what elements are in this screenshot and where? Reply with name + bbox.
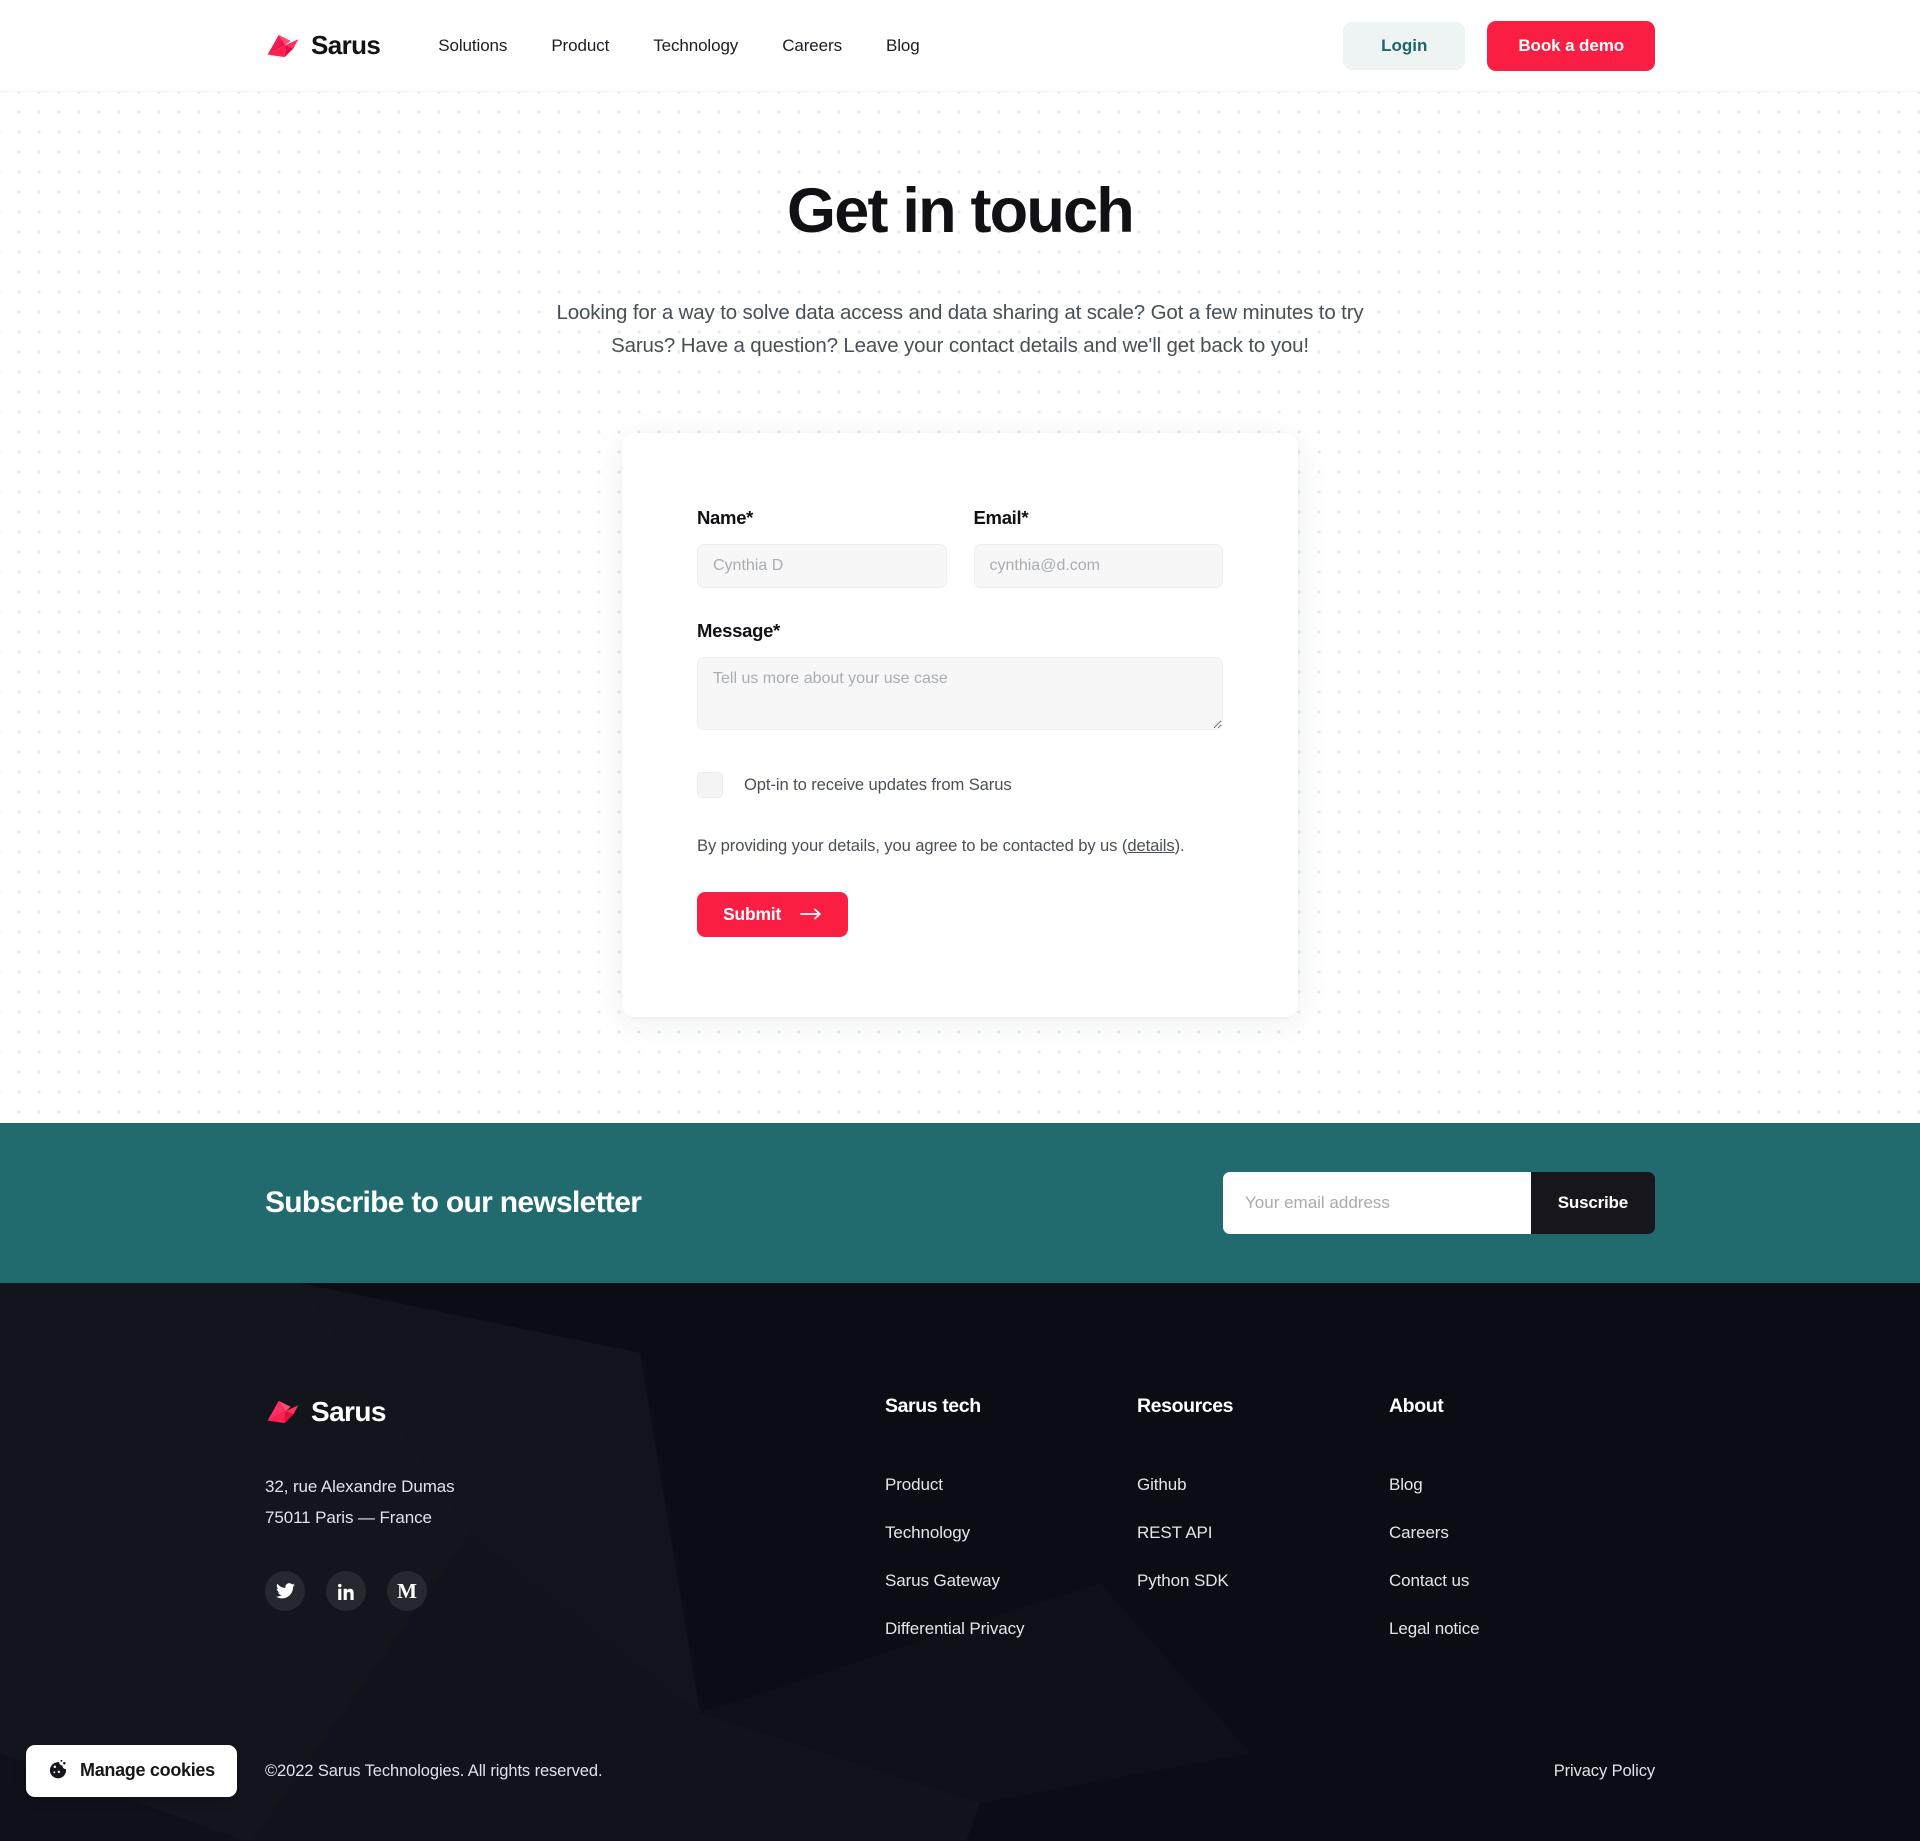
footer-column-about: About Blog Careers Contact us Legal noti… [1389,1394,1480,1667]
email-label: Email* [973,506,1029,528]
medium-link[interactable]: M [387,1571,427,1612]
twitter-icon [275,1583,295,1599]
newsletter-title: Subscribe to our newsletter [265,1185,642,1219]
submit-button-label: Submit [723,903,782,924]
address-line-2: 75011 Paris — France [265,1507,432,1527]
consent-text: By providing your details, you agree to … [697,836,1223,856]
newsletter-inner: Subscribe to our newsletter Suscribe [0,1171,1920,1234]
hero-subtitle: Looking for a way to solve data access a… [556,301,1364,358]
nav-item-product[interactable]: Product [551,36,609,56]
footer-link-differential-privacy[interactable]: Differential Privacy [885,1619,1137,1639]
footer-address: 32, rue Alexandre Dumas 75011 Paris — Fr… [265,1471,885,1534]
footer-column-title: About [1389,1394,1444,1417]
nav-item-technology[interactable]: Technology [653,36,738,56]
book-a-demo-button[interactable]: Book a demo [1487,20,1655,71]
consent-suffix: ). [1174,835,1185,855]
footer-link-github[interactable]: Github [1137,1475,1389,1495]
name-label: Name* [697,506,754,528]
subscribe-form: Suscribe [1223,1171,1655,1234]
brand-logo-link[interactable]: Sarus [265,29,381,63]
twitter-link[interactable] [265,1571,305,1612]
address-line-1: 32, rue Alexandre Dumas [265,1476,455,1496]
sarus-crane-logo-icon [265,1395,301,1429]
brand-name: Sarus [311,30,381,60]
optin-label: Opt-in to receive updates from Sarus [744,774,1012,794]
privacy-policy-link[interactable]: Privacy Policy [1554,1762,1655,1781]
footer-link-technology[interactable]: Technology [885,1523,1137,1543]
page-title: Get in touch [787,176,1135,246]
copyright-text: ©2022 Sarus Technologies. All rights res… [265,1761,603,1780]
sarus-crane-logo-icon [265,29,301,63]
footer-link-careers[interactable]: Careers [1389,1523,1479,1543]
footer-link-columns: Sarus tech Product Technology Sarus Gate… [885,1395,1655,1667]
footer-column-title: Resources [1137,1394,1234,1417]
message-textarea[interactable] [697,656,1223,730]
contact-form-card: Name* Email* Message* Opt-in to receive … [622,432,1298,1017]
manage-cookies-button[interactable]: Manage cookies [26,1744,237,1797]
site-footer: Sarus 32, rue Alexandre Dumas 75011 Pari… [0,1282,1920,1841]
footer-brand-column: Sarus 32, rue Alexandre Dumas 75011 Pari… [265,1395,885,1667]
footer-column-sarus-tech: Sarus tech Product Technology Sarus Gate… [885,1395,1137,1667]
nav-item-blog[interactable]: Blog [886,36,920,56]
footer-brand-name: Sarus [311,1395,386,1427]
consent-details-link[interactable]: details [1127,836,1174,855]
newsletter-section: Subscribe to our newsletter Suscribe [0,1122,1920,1283]
site-header: Sarus Solutions Product Technology Caree… [0,0,1920,92]
nav-item-solutions[interactable]: Solutions [438,36,507,56]
login-button[interactable]: Login [1343,21,1466,70]
footer-column-resources: Resources Github REST API Python SDK [1137,1395,1389,1667]
footer-content: Sarus 32, rue Alexandre Dumas 75011 Pari… [0,1283,1920,1667]
footer-bottom-bar: ©2022 Sarus Technologies. All rights res… [0,1762,1920,1841]
hero-section: Get in touch Looking for a way to solve … [0,92,1920,1123]
message-field-group: Message* [697,620,1223,730]
arrow-right-icon [800,908,822,920]
linkedin-link[interactable] [326,1571,366,1612]
footer-link-sarus-gateway[interactable]: Sarus Gateway [885,1571,1137,1591]
optin-row: Opt-in to receive updates from Sarus [697,771,1223,798]
footer-link-python-sdk[interactable]: Python SDK [1137,1571,1389,1591]
name-field-group: Name* [697,507,947,588]
subscribe-button[interactable]: Suscribe [1530,1171,1655,1234]
footer-link-product[interactable]: Product [885,1475,1137,1495]
footer-brand-link[interactable]: Sarus [265,1395,885,1429]
submit-button[interactable]: Submit [697,891,849,937]
manage-cookies-label: Manage cookies [80,1760,215,1781]
name-input[interactable] [697,543,947,588]
name-email-row: Name* Email* [697,507,1223,588]
message-label: Message* [697,619,780,641]
footer-column-title: Sarus tech [885,1394,981,1417]
linkedin-icon [337,1583,355,1600]
footer-link-blog[interactable]: Blog [1389,1475,1479,1495]
consent-prefix: By providing your details, you agree to … [697,835,1128,855]
main-nav: Solutions Product Technology Careers Blo… [438,36,919,56]
footer-link-contact-us[interactable]: Contact us [1389,1571,1479,1591]
cookie-icon [48,1759,68,1782]
footer-link-rest-api[interactable]: REST API [1137,1523,1389,1543]
newsletter-email-input[interactable] [1223,1171,1531,1234]
header-inner: Sarus Solutions Product Technology Caree… [0,20,1920,71]
social-links: M [265,1571,885,1612]
email-input[interactable] [973,543,1223,588]
optin-checkbox[interactable] [697,771,723,798]
medium-icon: M [397,1578,417,1603]
nav-item-careers[interactable]: Careers [782,36,842,56]
footer-link-legal-notice[interactable]: Legal notice [1389,1619,1480,1639]
email-field-group: Email* [973,506,1223,588]
header-actions: Login Book a demo [1343,20,1655,71]
